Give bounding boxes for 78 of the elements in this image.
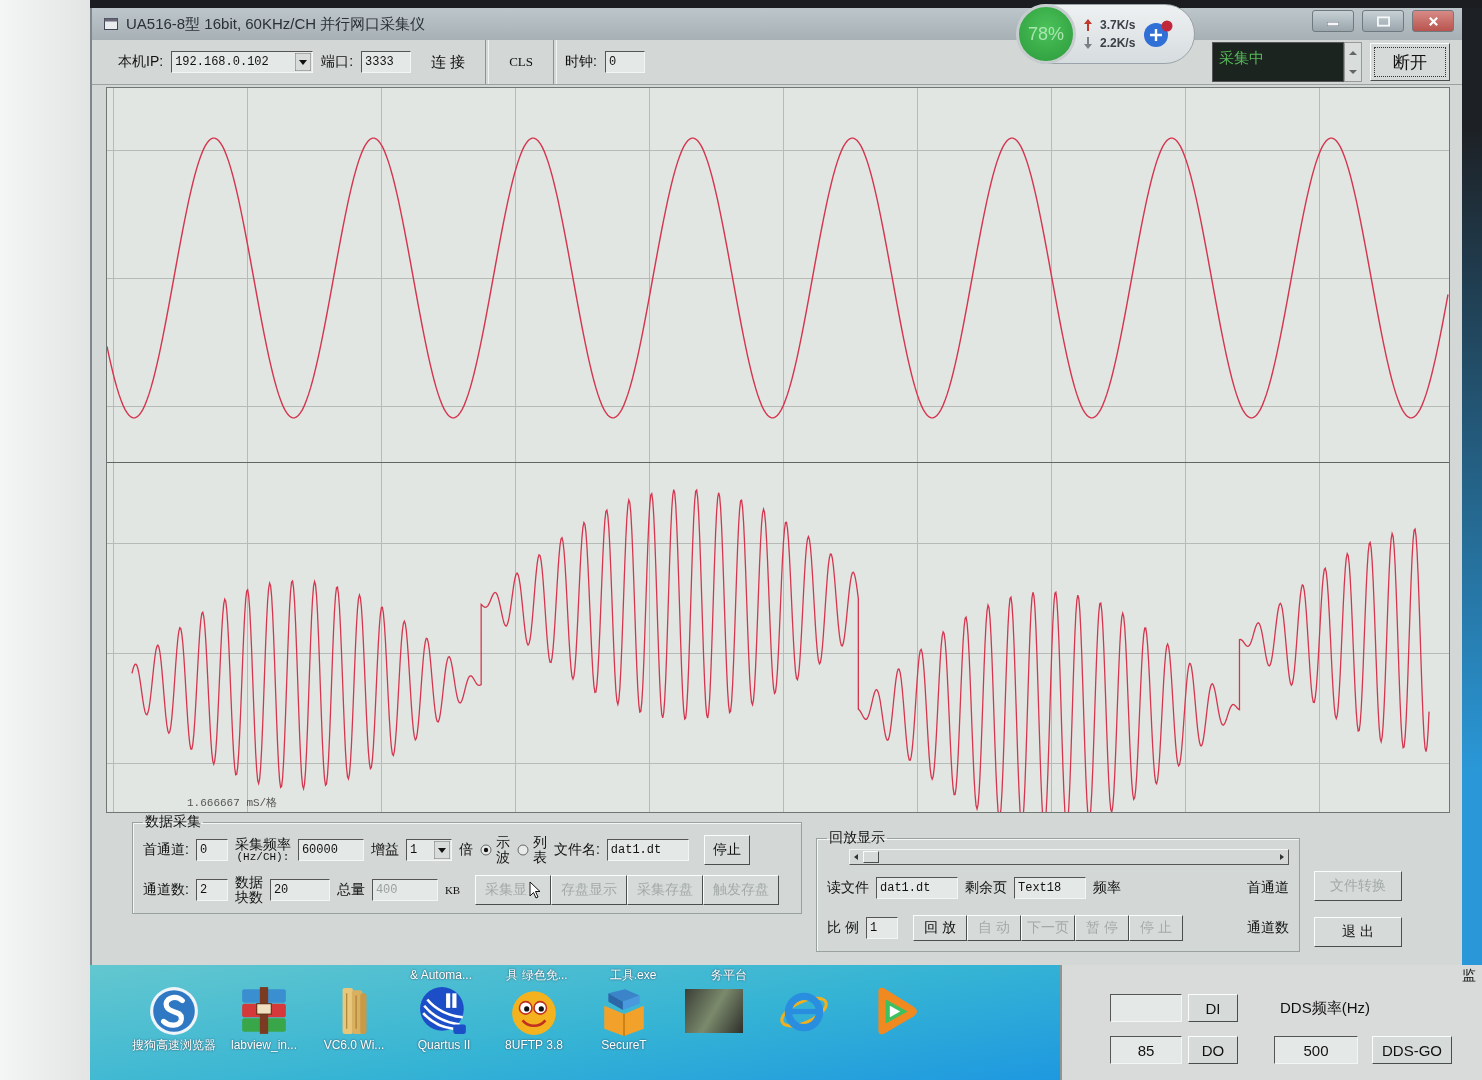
input-field[interactable]: 20 <box>269 879 330 901</box>
scroll-thumb[interactable] <box>863 851 879 863</box>
window-label: 监 <box>1462 967 1476 985</box>
s-swirl-icon[interactable] <box>148 985 200 1037</box>
time-scale-label: 1.666667 mS/格 <box>187 796 278 810</box>
field-label: 首通道 <box>1247 879 1289 897</box>
side-button[interactable]: 退 出 <box>1314 917 1402 947</box>
photo-placeholder[interactable] <box>685 989 743 1033</box>
dropdown-caret-icon[interactable] <box>295 53 312 71</box>
unit-label: KB <box>444 884 461 896</box>
ip-address-dropdown[interactable]: 192.168.0.102 <box>171 51 314 73</box>
up-caret-icon[interactable] <box>1348 49 1358 56</box>
field-label: 采集频率 (Hz/CH): <box>234 836 291 864</box>
playback-button[interactable]: 回 放 <box>912 915 967 941</box>
download-speed: 2.2K/s <box>1100 36 1136 50</box>
clock-input[interactable]: 0 <box>604 51 645 73</box>
playback-scrollbar[interactable] <box>849 849 1289 865</box>
dds-frequency-label: DDS频率(Hz) <box>1280 998 1370 1018</box>
field-label: 文件名: <box>553 841 600 859</box>
input-field[interactable]: 85 <box>1110 1036 1182 1064</box>
plus-icon[interactable] <box>1143 20 1174 48</box>
scroll-right-icon[interactable] <box>1279 854 1285 860</box>
field-label: 总量 <box>336 881 365 899</box>
input-field[interactable]: 0 <box>195 839 228 861</box>
do-button[interactable]: DO <box>1188 1036 1238 1064</box>
radio-button-icon[interactable] <box>516 844 529 856</box>
field-label: 首通道: <box>143 841 189 859</box>
field-label: 频率 <box>1093 879 1121 897</box>
input-field[interactable]: 1 <box>865 917 898 939</box>
status-display: 采集中 <box>1212 42 1344 82</box>
dds-go-button[interactable]: DDS-GO <box>1372 1036 1452 1064</box>
gain-dropdown[interactable]: 1 <box>405 839 452 861</box>
input-field[interactable]: dat1.dt <box>606 839 689 861</box>
close-icon <box>1426 15 1440 27</box>
group-title: 数据采集 <box>144 813 202 831</box>
field-label: 增益 <box>370 841 399 859</box>
up-arrow-icon <box>1084 19 1092 31</box>
input-field[interactable]: 60000 <box>297 839 364 861</box>
field-label: 读文件 <box>827 879 869 897</box>
maximize-button[interactable] <box>1362 10 1404 32</box>
input-field[interactable]: 2 <box>195 879 228 901</box>
minimize-icon <box>1327 22 1339 26</box>
upload-speed: 3.7K/s <box>1100 18 1136 32</box>
field-label: 通道数 <box>1247 919 1289 937</box>
input-field[interactable] <box>1110 994 1182 1022</box>
connect-button[interactable]: 连 接 <box>419 48 478 76</box>
spin-control[interactable] <box>1344 42 1362 82</box>
port-input[interactable]: 3333 <box>361 51 411 73</box>
display-mode-radio[interactable]: 列表 <box>516 834 547 866</box>
dropdown-caret-icon[interactable] <box>433 841 450 859</box>
app-icon <box>104 18 118 30</box>
down-arrow-icon <box>1084 37 1092 49</box>
radio-button-icon[interactable] <box>479 844 492 856</box>
input-field[interactable]: dat1.dt <box>876 877 958 899</box>
disconnect-button[interactable]: 断开 <box>1370 43 1450 81</box>
mouse-pointer-icon <box>529 881 542 899</box>
field-label: 通道数: <box>143 881 189 899</box>
ip-label: 本机IP: <box>118 53 164 71</box>
group-title: 回放显示 <box>828 829 886 847</box>
di-button[interactable]: DI <box>1188 994 1238 1022</box>
input-field[interactable]: 500 <box>1274 1036 1358 1064</box>
minimize-button[interactable] <box>1312 10 1354 32</box>
field-label: 数据块数 <box>234 875 263 905</box>
close-button[interactable] <box>1412 10 1454 32</box>
down-caret-icon[interactable] <box>1348 68 1358 75</box>
clock-label: 时钟: <box>565 53 597 71</box>
input-field[interactable]: Text18 <box>1014 877 1086 899</box>
window-title: UA516-8型 16bit, 60KHz/CH 并行网口采集仪 <box>126 14 426 34</box>
maximize-icon <box>1376 15 1390 27</box>
unit-label: 倍 <box>458 841 473 859</box>
port-label: 端口: <box>321 53 353 71</box>
stop-button[interactable]: 停止 <box>703 835 750 865</box>
cls-button[interactable]: CLS <box>497 50 546 74</box>
field-label: 比 例 <box>827 919 859 937</box>
speed-widget[interactable]: 78% 3.7K/s 2.2K/s <box>1017 4 1195 64</box>
scroll-left-icon[interactable] <box>853 854 859 860</box>
field-label: 剩余页 <box>965 879 1007 897</box>
display-mode-radio[interactable]: 示波 <box>479 834 510 866</box>
